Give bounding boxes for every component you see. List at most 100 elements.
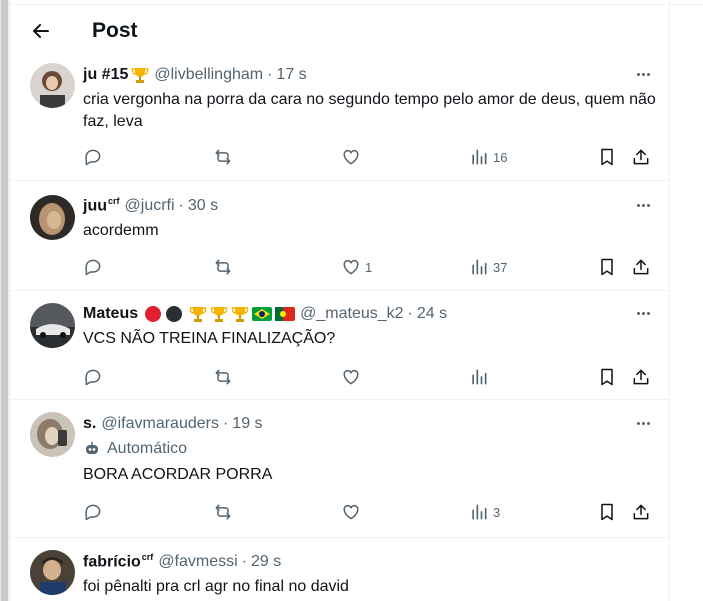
like-icon (343, 504, 359, 520)
trophy-icon (210, 307, 228, 322)
bookmark-button[interactable] (597, 145, 617, 169)
more-button[interactable] (631, 195, 655, 215)
retweet-icon (215, 369, 231, 385)
black-circle-icon (166, 306, 183, 322)
views-button[interactable] (469, 365, 493, 389)
avatar[interactable] (30, 195, 75, 240)
post-time[interactable]: 24 s (417, 305, 447, 323)
portugal-flag-icon (275, 307, 296, 321)
reply-icon (85, 504, 101, 521)
like-button[interactable] (341, 145, 365, 169)
more-button[interactable] (631, 64, 655, 84)
share-icon (633, 149, 649, 165)
post-text: foi pênalti pra crl agr no final no davi… (83, 578, 349, 595)
post-time[interactable]: 30 s (188, 197, 218, 215)
share-button[interactable] (631, 365, 651, 389)
repost-button[interactable] (213, 365, 233, 389)
reply-icon (85, 369, 101, 386)
author-handle[interactable]: @ifavmarauders (101, 415, 219, 433)
author-name[interactable]: fabríciocrf (83, 552, 153, 571)
author-handle[interactable]: @jucrfi (125, 197, 175, 215)
avatar[interactable] (30, 550, 75, 595)
share-button[interactable] (631, 255, 651, 279)
post-actions: 1 37 (83, 255, 663, 279)
avatar[interactable] (30, 412, 75, 457)
post-header: s. @ifavmarauders · 19 s (83, 413, 263, 435)
separator-dot: · (407, 305, 413, 322)
post-header: ju #15 @livbellingham · 17 s (83, 64, 307, 86)
author-name[interactable]: s. (83, 415, 96, 433)
repost-button[interactable] (213, 145, 233, 169)
post[interactable]: juucrf @jucrfi · 30 s acordemm 1 37 (11, 181, 669, 291)
trophy-icon (231, 307, 249, 322)
repost-button[interactable] (213, 500, 233, 524)
column-right-border (669, 0, 670, 601)
views-button[interactable]: 37 (469, 255, 507, 279)
automated-label: Automático (83, 440, 187, 458)
back-button[interactable] (29, 19, 53, 43)
more-button[interactable] (631, 413, 655, 433)
views-button[interactable]: 16 (469, 145, 507, 169)
post-actions: 3 (83, 500, 663, 524)
avatar[interactable] (30, 63, 75, 108)
like-icon (343, 369, 359, 385)
retweet-icon (215, 149, 231, 165)
post-text: acordemm (83, 222, 159, 239)
share-icon (633, 369, 649, 385)
post-header: fabríciocrf @favmessi · 29 s (83, 551, 281, 573)
views-button[interactable]: 3 (469, 500, 500, 524)
author-name[interactable]: Mateus (83, 305, 138, 323)
automated-text: Automático (107, 440, 188, 457)
author-handle[interactable]: @livbellingham (154, 66, 263, 84)
post[interactable]: s. @ifavmarauders · 19 s Automático BORA… (11, 400, 669, 538)
repost-button[interactable] (213, 255, 233, 279)
author-name[interactable]: juucrf (83, 196, 120, 215)
bookmark-button[interactable] (597, 500, 617, 524)
reply-button[interactable] (83, 145, 103, 169)
separator-dot: · (222, 415, 229, 432)
share-button[interactable] (631, 145, 651, 169)
reply-icon (85, 259, 101, 276)
share-button[interactable] (631, 500, 651, 524)
more-icon (636, 203, 640, 207)
retweet-icon (215, 259, 231, 275)
separator-dot: · (267, 66, 273, 83)
page-header: Post (11, 5, 669, 57)
share-icon (633, 259, 649, 275)
scrollbar-thumb[interactable] (1, 0, 8, 601)
reply-button[interactable] (83, 365, 103, 389)
views-icon (472, 149, 487, 165)
window-scrollbar[interactable] (0, 0, 9, 601)
like-icon (343, 259, 359, 275)
author-name[interactable]: ju #15 (83, 66, 128, 84)
post[interactable]: Mateus @_mateus_k2 · 24 s VCS NÃO TREINA… (11, 291, 669, 400)
post[interactable]: ju #15 @livbellingham · 17 s cria vergon… (11, 57, 669, 181)
red-circle-icon (145, 306, 162, 322)
post-time[interactable]: 29 s (251, 553, 281, 571)
like-button[interactable] (341, 500, 365, 524)
trophy-icon (189, 307, 207, 322)
post-actions (83, 365, 663, 389)
bookmark-button[interactable] (597, 255, 617, 279)
back-arrow-icon (33, 24, 49, 38)
post[interactable]: fabríciocrf @favmessi · 29 s foi pênalti… (11, 538, 669, 601)
like-button[interactable] (341, 365, 365, 389)
views-icon (472, 369, 487, 385)
bookmark-button[interactable] (597, 365, 617, 389)
reply-button[interactable] (83, 500, 103, 524)
views-icon (472, 259, 487, 275)
more-button[interactable] (631, 303, 655, 323)
bookmark-icon (601, 368, 613, 386)
author-handle[interactable]: @_mateus_k2 (300, 305, 403, 323)
page-title: Post (92, 19, 138, 42)
author-handle[interactable]: @favmessi (158, 553, 237, 571)
post-time[interactable]: 17 s (276, 66, 306, 84)
reply-button[interactable] (83, 255, 103, 279)
trophy-icon (132, 68, 149, 83)
like-button[interactable]: 1 (341, 255, 372, 279)
post-time[interactable]: 19 s (232, 415, 262, 433)
like-count: 1 (365, 259, 373, 275)
avatar[interactable] (30, 303, 75, 348)
post-header: Mateus @_mateus_k2 · 24 s (83, 303, 447, 325)
more-icon (636, 72, 640, 76)
